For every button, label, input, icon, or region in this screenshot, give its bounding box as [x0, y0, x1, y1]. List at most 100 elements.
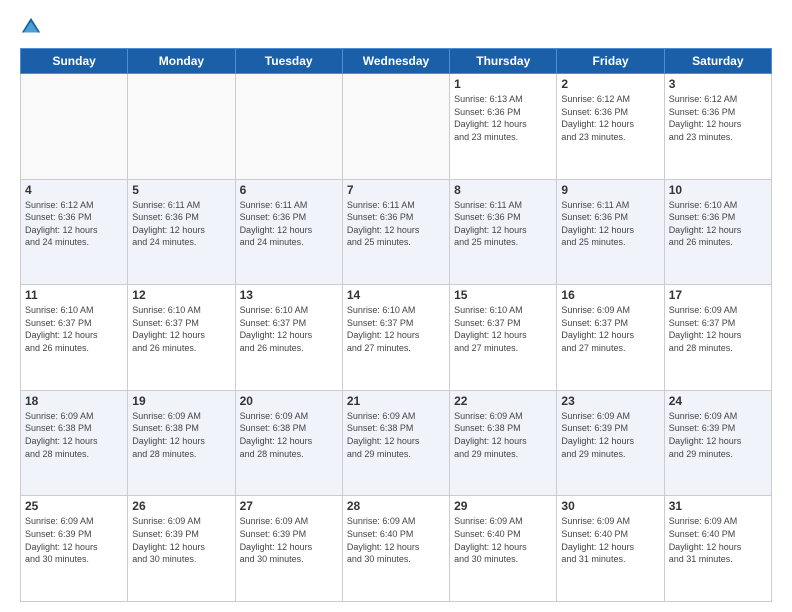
calendar-cell: 3 Sunrise: 6:12 AM Sunset: 6:36 PM Daylig… — [664, 74, 771, 180]
day-info: Sunrise: 6:09 AM Sunset: 6:40 PM Dayligh… — [669, 515, 767, 565]
calendar-cell — [235, 74, 342, 180]
day-number: 27 — [240, 499, 338, 513]
day-number: 7 — [347, 183, 445, 197]
weekday-header-thursday: Thursday — [450, 49, 557, 74]
day-number: 12 — [132, 288, 230, 302]
weekday-header-wednesday: Wednesday — [342, 49, 449, 74]
calendar-cell: 7 Sunrise: 6:11 AM Sunset: 6:36 PM Daylig… — [342, 179, 449, 285]
calendar-cell: 27 Sunrise: 6:09 AM Sunset: 6:39 PM Dayli… — [235, 496, 342, 602]
day-info: Sunrise: 6:09 AM Sunset: 6:37 PM Dayligh… — [669, 304, 767, 354]
day-info: Sunrise: 6:10 AM Sunset: 6:36 PM Dayligh… — [669, 199, 767, 249]
calendar-cell: 9Sunrise: 6:11 AM Sunset: 6:36 PM Daylig… — [557, 179, 664, 285]
day-number: 29 — [454, 499, 552, 513]
calendar-cell: 17 Sunrise: 6:09 AM Sunset: 6:37 PM Dayli… — [664, 285, 771, 391]
day-info: Sunrise: 6:09 AM Sunset: 6:39 PM Dayligh… — [240, 515, 338, 565]
day-number: 22 — [454, 394, 552, 408]
calendar-cell: 8 Sunrise: 6:11 AM Sunset: 6:36 PM Daylig… — [450, 179, 557, 285]
day-number: 26 — [132, 499, 230, 513]
day-number: 28 — [347, 499, 445, 513]
day-number: 15 — [454, 288, 552, 302]
calendar-cell: 13 Sunrise: 6:10 AM Sunset: 6:37 PM Dayli… — [235, 285, 342, 391]
weekday-header-row: SundayMondayTuesdayWednesdayThursdayFrid… — [21, 49, 772, 74]
calendar-cell: 12 Sunrise: 6:10 AM Sunset: 6:37 PM Dayli… — [128, 285, 235, 391]
day-info: Sunrise: 6:09 AM Sunset: 6:39 PM Dayligh… — [561, 410, 659, 460]
day-info: Sunrise: 6:09 AM Sunset: 6:40 PM Dayligh… — [454, 515, 552, 565]
day-number: 2 — [561, 77, 659, 91]
calendar-cell: 26 Sunrise: 6:09 AM Sunset: 6:39 PM Dayli… — [128, 496, 235, 602]
day-info: Sunrise: 6:09 AM Sunset: 6:37 PM Dayligh… — [561, 304, 659, 354]
day-number: 19 — [132, 394, 230, 408]
logo — [20, 16, 44, 38]
day-info: Sunrise: 6:11 AM Sunset: 6:36 PM Dayligh… — [561, 199, 659, 249]
calendar-cell: 25 Sunrise: 6:09 AM Sunset: 6:39 PM Dayli… — [21, 496, 128, 602]
calendar-cell: 10 Sunrise: 6:10 AM Sunset: 6:36 PM Dayli… — [664, 179, 771, 285]
day-info: Sunrise: 6:10 AM Sunset: 6:37 PM Dayligh… — [347, 304, 445, 354]
day-info: Sunrise: 6:13 AM Sunset: 6:36 PM Dayligh… — [454, 93, 552, 143]
weekday-header-friday: Friday — [557, 49, 664, 74]
calendar-cell — [342, 74, 449, 180]
day-info: Sunrise: 6:09 AM Sunset: 6:39 PM Dayligh… — [669, 410, 767, 460]
day-info: Sunrise: 6:10 AM Sunset: 6:37 PM Dayligh… — [454, 304, 552, 354]
day-info: Sunrise: 6:09 AM Sunset: 6:38 PM Dayligh… — [240, 410, 338, 460]
day-info: Sunrise: 6:09 AM Sunset: 6:40 PM Dayligh… — [561, 515, 659, 565]
day-info: Sunrise: 6:12 AM Sunset: 6:36 PM Dayligh… — [561, 93, 659, 143]
day-number: 17 — [669, 288, 767, 302]
day-number: 4 — [25, 183, 123, 197]
calendar-week-4: 18 Sunrise: 6:09 AM Sunset: 6:38 PM Dayli… — [21, 390, 772, 496]
day-info: Sunrise: 6:09 AM Sunset: 6:39 PM Dayligh… — [132, 515, 230, 565]
weekday-header-saturday: Saturday — [664, 49, 771, 74]
calendar-week-2: 4 Sunrise: 6:12 AM Sunset: 6:36 PM Daylig… — [21, 179, 772, 285]
calendar-cell — [21, 74, 128, 180]
calendar-cell: 31 Sunrise: 6:09 AM Sunset: 6:40 PM Dayli… — [664, 496, 771, 602]
day-number: 13 — [240, 288, 338, 302]
header — [20, 16, 772, 38]
day-number: 31 — [669, 499, 767, 513]
weekday-header-tuesday: Tuesday — [235, 49, 342, 74]
page: SundayMondayTuesdayWednesdayThursdayFrid… — [0, 0, 792, 612]
day-number: 1 — [454, 77, 552, 91]
calendar-cell: 15 Sunrise: 6:10 AM Sunset: 6:37 PM Dayli… — [450, 285, 557, 391]
day-info: Sunrise: 6:11 AM Sunset: 6:36 PM Dayligh… — [132, 199, 230, 249]
day-number: 10 — [669, 183, 767, 197]
day-info: Sunrise: 6:10 AM Sunset: 6:37 PM Dayligh… — [240, 304, 338, 354]
day-number: 30 — [561, 499, 659, 513]
calendar-cell: 24 Sunrise: 6:09 AM Sunset: 6:39 PM Dayli… — [664, 390, 771, 496]
calendar-cell — [128, 74, 235, 180]
calendar-cell: 19Sunrise: 6:09 AM Sunset: 6:38 PM Dayli… — [128, 390, 235, 496]
day-info: Sunrise: 6:09 AM Sunset: 6:38 PM Dayligh… — [25, 410, 123, 460]
day-number: 6 — [240, 183, 338, 197]
calendar-cell: 11Sunrise: 6:10 AM Sunset: 6:37 PM Dayli… — [21, 285, 128, 391]
calendar-cell: 18 Sunrise: 6:09 AM Sunset: 6:38 PM Dayli… — [21, 390, 128, 496]
calendar-table: SundayMondayTuesdayWednesdayThursdayFrid… — [20, 48, 772, 602]
calendar-cell: 28 Sunrise: 6:09 AM Sunset: 6:40 PM Dayli… — [342, 496, 449, 602]
calendar-cell: 14 Sunrise: 6:10 AM Sunset: 6:37 PM Dayli… — [342, 285, 449, 391]
calendar-cell: 6 Sunrise: 6:11 AM Sunset: 6:36 PM Daylig… — [235, 179, 342, 285]
day-number: 3 — [669, 77, 767, 91]
calendar-cell: 21Sunrise: 6:09 AM Sunset: 6:38 PM Dayli… — [342, 390, 449, 496]
weekday-header-monday: Monday — [128, 49, 235, 74]
day-info: Sunrise: 6:12 AM Sunset: 6:36 PM Dayligh… — [25, 199, 123, 249]
day-number: 24 — [669, 394, 767, 408]
calendar-week-5: 25 Sunrise: 6:09 AM Sunset: 6:39 PM Dayli… — [21, 496, 772, 602]
calendar-cell: 20 Sunrise: 6:09 AM Sunset: 6:38 PM Dayli… — [235, 390, 342, 496]
day-number: 8 — [454, 183, 552, 197]
day-number: 14 — [347, 288, 445, 302]
day-number: 16 — [561, 288, 659, 302]
calendar-cell: 30 Sunrise: 6:09 AM Sunset: 6:40 PM Dayli… — [557, 496, 664, 602]
day-info: Sunrise: 6:09 AM Sunset: 6:40 PM Dayligh… — [347, 515, 445, 565]
day-info: Sunrise: 6:10 AM Sunset: 6:37 PM Dayligh… — [132, 304, 230, 354]
day-info: Sunrise: 6:11 AM Sunset: 6:36 PM Dayligh… — [454, 199, 552, 249]
logo-icon — [20, 16, 42, 38]
calendar-cell: 23Sunrise: 6:09 AM Sunset: 6:39 PM Dayli… — [557, 390, 664, 496]
day-info: Sunrise: 6:12 AM Sunset: 6:36 PM Dayligh… — [669, 93, 767, 143]
day-info: Sunrise: 6:11 AM Sunset: 6:36 PM Dayligh… — [347, 199, 445, 249]
day-number: 18 — [25, 394, 123, 408]
calendar-cell: 4 Sunrise: 6:12 AM Sunset: 6:36 PM Daylig… — [21, 179, 128, 285]
day-number: 20 — [240, 394, 338, 408]
day-number: 25 — [25, 499, 123, 513]
day-info: Sunrise: 6:10 AM Sunset: 6:37 PM Dayligh… — [25, 304, 123, 354]
day-info: Sunrise: 6:09 AM Sunset: 6:38 PM Dayligh… — [454, 410, 552, 460]
day-info: Sunrise: 6:11 AM Sunset: 6:36 PM Dayligh… — [240, 199, 338, 249]
calendar-cell: 2 Sunrise: 6:12 AM Sunset: 6:36 PM Daylig… — [557, 74, 664, 180]
day-info: Sunrise: 6:09 AM Sunset: 6:39 PM Dayligh… — [25, 515, 123, 565]
